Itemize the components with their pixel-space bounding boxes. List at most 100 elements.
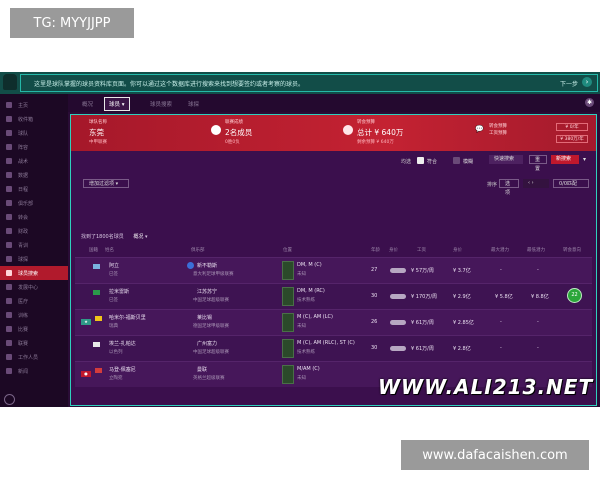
value-bar: [390, 320, 406, 325]
league-badge-icon: [211, 125, 221, 135]
gear-icon[interactable]: ✱: [585, 98, 594, 107]
sidebar-item-home[interactable]: 主页: [0, 98, 68, 112]
club-name[interactable]: 曼联: [197, 366, 207, 373]
tab-player-search[interactable]: 球员搜索: [150, 100, 172, 108]
table-row[interactable]: 阿立 已签 新不勒斯 意大利足球甲级联赛 DM, M (C) 未知 27 ¥ 5…: [75, 257, 592, 283]
col-position[interactable]: 位置: [283, 247, 292, 253]
flag-icon: [95, 368, 102, 373]
match-checkbox[interactable]: [417, 157, 424, 164]
sidebar-item-transfers[interactable]: 转会: [0, 210, 68, 224]
club-name[interactable]: 江苏苏宁: [197, 288, 217, 295]
col-value-2[interactable]: 身价: [453, 247, 462, 253]
sidebar-item-youth[interactable]: 青训: [0, 238, 68, 252]
col-wage[interactable]: 工资: [417, 247, 426, 253]
sidebar-item-development[interactable]: 发展中心: [0, 280, 68, 294]
value-bar: [390, 268, 406, 273]
player-name[interactable]: 埃兰-扎帕达: [109, 340, 136, 347]
fuzzy-checkbox-label: 模糊: [463, 159, 474, 165]
tab-players[interactable]: 球员 ▾: [104, 97, 130, 111]
banner-text: 这里是球队掌握的球员资料库页面。你可以通过这个数据库进行搜索来找到想要签约或者考…: [34, 81, 305, 88]
col-nationality[interactable]: 国籍: [89, 247, 98, 253]
sidebar-item-league[interactable]: 联赛: [0, 336, 68, 350]
fuzzy-checkbox[interactable]: [453, 157, 460, 164]
col-name[interactable]: 姓名: [105, 247, 114, 253]
league-block: 联赛成绩 2名成员 0胜0负: [225, 120, 253, 145]
club-name[interactable]: 新不勒斯: [197, 262, 217, 269]
sidebar-item-medical[interactable]: 医疗: [0, 294, 68, 308]
col-club[interactable]: 俱乐部: [191, 247, 205, 253]
sidebar-item-match[interactable]: 比赛: [0, 322, 68, 336]
transfer-icon: [6, 214, 12, 220]
calendar-icon: [6, 186, 12, 192]
clock-icon[interactable]: [4, 394, 15, 405]
player-name[interactable]: 阿立: [109, 262, 119, 269]
sidebar-item-finance[interactable]: 财政: [0, 224, 68, 238]
filter-label: 均选: [401, 159, 412, 165]
sort-arrow-select[interactable]: ‹ ›: [523, 179, 549, 188]
player-name[interactable]: 马登-佩塞尼: [109, 366, 136, 373]
search-icon: [6, 270, 12, 276]
col-max-potential[interactable]: 最大潜力: [491, 247, 509, 253]
chevron-down-icon[interactable]: ▾: [583, 156, 586, 163]
col-age[interactable]: 年龄: [371, 247, 380, 253]
news-icon: [6, 368, 12, 374]
sidebar-item-lineup[interactable]: 阵容: [0, 140, 68, 154]
medical-icon: [6, 298, 12, 304]
table-row[interactable]: 拉米雷斯 已签 江苏苏宁 中国足球超级联赛 DM, M (RC) 技术熟练 30…: [75, 283, 592, 309]
club-badge-icon: [187, 262, 194, 269]
chat-icon[interactable]: 💬: [475, 125, 484, 133]
scout-icon: [6, 256, 12, 262]
development-icon: [6, 284, 12, 290]
table-row[interactable]: ★ 哈米尔-福斯贝里 瑞典 莱比锡 德国足球甲级联赛 M (C), AM (LC…: [75, 309, 592, 335]
inbox-icon: [6, 116, 12, 122]
sidebar-item-schedule[interactable]: 日程: [0, 182, 68, 196]
wage-budget-button[interactable]: ¥ 380万/年: [556, 135, 588, 143]
training-icon: [6, 312, 12, 318]
sidebar: 主页 收件箱 球队 阵容 战术 数据 日程 俱乐部 转会 财政 青训 球探 球员…: [0, 94, 68, 407]
col-min-potential[interactable]: 最低潜力: [527, 247, 545, 253]
reset-button[interactable]: 重置: [529, 155, 547, 172]
summary-view-select[interactable]: 概况: [133, 234, 143, 240]
match-icon: [6, 326, 12, 332]
player-search-panel: 球队名称 东莞 中甲联赛 联赛成绩 2名成员 0胜0负 转会预算 总计 ¥ 64…: [70, 114, 597, 406]
view-select[interactable]: 0/0匹配: [553, 179, 589, 188]
tab-scouting[interactable]: 球探: [188, 100, 199, 108]
lineup-icon: [6, 144, 12, 150]
sidebar-item-news[interactable]: 新闻: [0, 364, 68, 378]
add-filter-button[interactable]: 增加过滤项 ▾: [83, 179, 129, 188]
sidebar-item-club[interactable]: 俱乐部: [0, 196, 68, 210]
player-name[interactable]: 拉米雷斯: [109, 288, 129, 295]
club-name[interactable]: 莱比锡: [197, 314, 212, 321]
status-tag: ●: [81, 371, 91, 377]
tutorial-banner: 这里是球队掌握的球员资料库页面。你可以通过这个数据库进行搜索来找到想要签约或者考…: [0, 72, 600, 95]
sidebar-item-scouting[interactable]: 球探: [0, 252, 68, 266]
sidebar-item-training[interactable]: 训练: [0, 308, 68, 322]
tab-overview[interactable]: 概况: [82, 100, 93, 108]
col-transfer-interest[interactable]: 转会意向: [563, 247, 581, 253]
watermark-top: TG: MYYJJPP: [10, 8, 134, 38]
match-checkbox-label: 符合: [427, 159, 438, 165]
sidebar-item-inbox[interactable]: 收件箱: [0, 112, 68, 126]
next-step-button[interactable]: 下一步: [560, 79, 578, 88]
new-search-button[interactable]: 新搜索: [551, 155, 579, 164]
chevron-down-icon: ▾: [144, 234, 148, 240]
sidebar-item-staff[interactable]: 工作人员: [0, 350, 68, 364]
player-name[interactable]: 哈米尔-福斯贝里: [109, 314, 146, 321]
next-arrow-icon[interactable]: ›: [582, 77, 592, 87]
transfer-budget-button[interactable]: ¥ 0/年: [556, 123, 588, 131]
trophy-icon: [6, 340, 12, 346]
sort-select[interactable]: 选项: [499, 179, 519, 196]
chevron-down-icon: ▾: [121, 102, 125, 108]
sidebar-item-tactics[interactable]: 战术: [0, 154, 68, 168]
stats-icon: [6, 172, 12, 178]
assistant-avatar-icon: [3, 74, 17, 90]
sidebar-item-stats[interactable]: 数据: [0, 168, 68, 182]
quick-search-button[interactable]: 快速搜索: [489, 155, 523, 164]
sidebar-item-squad[interactable]: 球队: [0, 126, 68, 140]
club-name[interactable]: 广州富力: [197, 340, 217, 347]
budget-block: 转会预算 总计 ¥ 640万 剩余预算 ¥ 640万: [357, 120, 404, 145]
table-row[interactable]: 埃兰-扎帕达 以色列 广州富力 中国足球超级联赛 M (C), AM (RLC)…: [75, 335, 592, 361]
col-value[interactable]: 身价: [389, 247, 398, 253]
sidebar-item-player-search[interactable]: 球员搜索: [0, 266, 68, 280]
position-pitch-icon: [282, 287, 294, 306]
